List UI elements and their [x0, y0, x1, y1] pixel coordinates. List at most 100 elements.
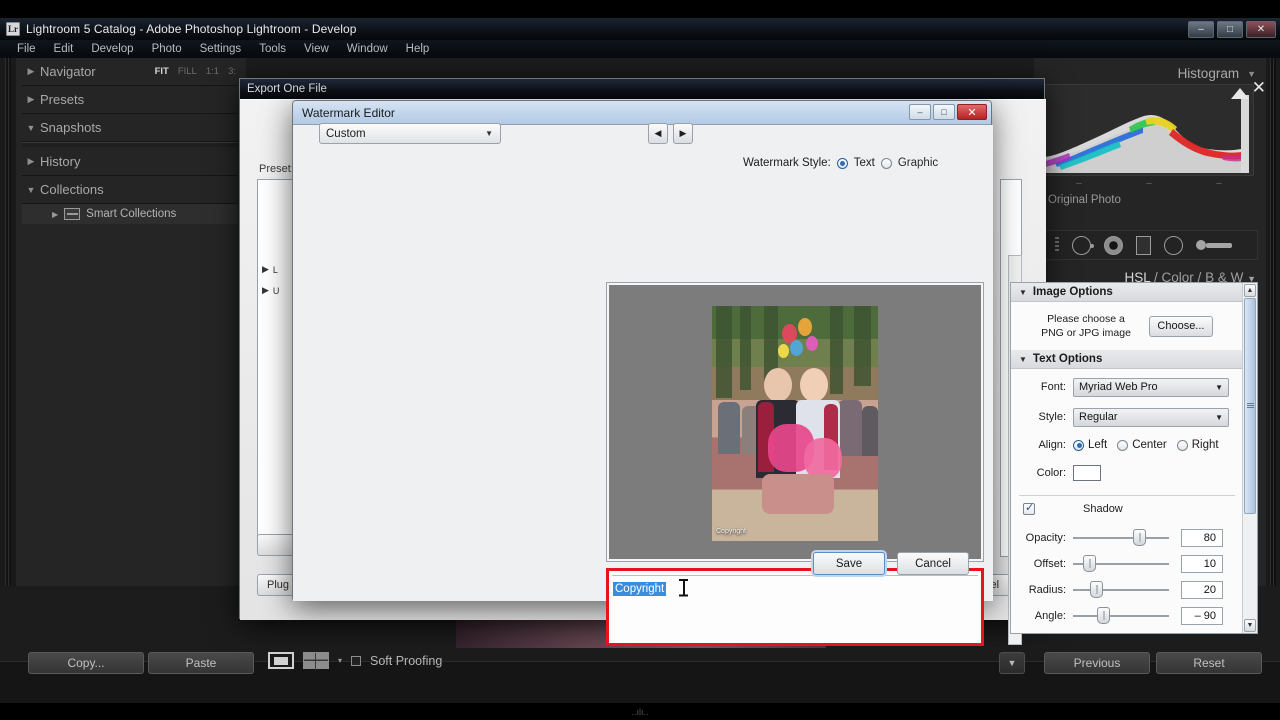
chevron-down-icon[interactable]: ▼: [1215, 383, 1223, 392]
triangle-down-icon[interactable]: ▼: [1019, 288, 1027, 297]
shadow-radius-value[interactable]: 20: [1181, 581, 1223, 599]
watermark-text-value[interactable]: Copyright: [613, 582, 667, 596]
shadow-angle-knob[interactable]: [1097, 607, 1110, 624]
save-button[interactable]: Save: [813, 552, 885, 575]
options-scrollbar-thumb[interactable]: [1244, 298, 1256, 514]
watermark-text-input[interactable]: Copyright: [606, 568, 984, 646]
align-right-label[interactable]: Right: [1192, 439, 1219, 451]
right-panel-rail[interactable]: [1266, 58, 1280, 586]
expander-icon[interactable]: ▶: [262, 285, 269, 296]
left-panel-rail[interactable]: [0, 58, 16, 586]
previous-watermark-button[interactable]: ◀: [648, 123, 668, 144]
navigator-mode-3[interactable]: 3:: [228, 66, 236, 77]
cancel-button[interactable]: Cancel: [897, 552, 969, 575]
clipping-indicator-icon[interactable]: [1231, 88, 1249, 99]
scroll-up-button[interactable]: ▲: [1244, 284, 1256, 297]
close-button[interactable]: ✕: [1246, 20, 1276, 38]
export-tree-item[interactable]: ▶ L: [262, 264, 278, 275]
shadow-radius-knob[interactable]: [1090, 581, 1104, 598]
loupe-view-icon[interactable]: [268, 652, 294, 669]
wm-restore-button[interactable]: □: [933, 104, 955, 120]
align-left-label[interactable]: Left: [1088, 439, 1107, 451]
font-select[interactable]: Myriad Web Pro ▼: [1073, 377, 1229, 397]
left-rail-grip-icon[interactable]: [5, 58, 11, 586]
watermark-style-graphic-radio[interactable]: [880, 157, 892, 169]
expander-icon[interactable]: ▶: [262, 264, 269, 275]
chevron-down-icon[interactable]: ▼: [1215, 413, 1223, 422]
spot-removal-icon[interactable]: [1072, 235, 1094, 255]
left-panel-snapshots[interactable]: ▼ Snapshots: [22, 114, 238, 142]
shadow-opacity-knob[interactable]: [1132, 529, 1146, 546]
align-center-radio[interactable]: [1117, 439, 1129, 451]
shadow-angle-value[interactable]: – 90: [1181, 607, 1223, 625]
triangle-right-icon[interactable]: ▶: [22, 94, 40, 105]
minimize-button[interactable]: –: [1188, 20, 1214, 38]
sidebar-item-smart-collections[interactable]: ▶ Smart Collections: [22, 204, 238, 224]
align-center-label[interactable]: Center: [1132, 439, 1167, 451]
reset-button[interactable]: Reset: [1156, 652, 1262, 674]
menu-item-photo[interactable]: Photo: [143, 43, 191, 55]
image-options-header[interactable]: ▼ Image Options: [1011, 283, 1257, 302]
triangle-down-icon[interactable]: ▼: [22, 185, 40, 195]
navigator-mode-fill[interactable]: FILL: [178, 66, 197, 77]
left-panel-navigator[interactable]: ▶ Navigator FIT FILL 1:1 3:: [22, 58, 238, 86]
menu-item-file[interactable]: File: [8, 43, 45, 55]
style-select[interactable]: Regular ▼: [1073, 407, 1229, 427]
chevron-down-icon[interactable]: ▼: [1247, 69, 1256, 79]
export-dialog-close-icon[interactable]: ✕: [1252, 78, 1266, 98]
left-panel-presets[interactable]: ▶ Presets: [22, 86, 238, 114]
wm-close-button[interactable]: ✕: [957, 104, 987, 120]
chevron-down-icon[interactable]: ▼: [485, 129, 493, 138]
next-watermark-button[interactable]: ▶: [673, 123, 693, 144]
watermark-style-text-label[interactable]: Text: [854, 157, 875, 169]
choose-image-button[interactable]: Choose...: [1148, 315, 1213, 337]
shadow-offset-knob[interactable]: [1082, 555, 1096, 572]
histogram-header[interactable]: Histogram ▼: [1178, 66, 1256, 81]
menu-item-help[interactable]: Help: [397, 43, 439, 55]
menu-item-window[interactable]: Window: [338, 43, 397, 55]
shadow-offset-value[interactable]: 10: [1181, 555, 1223, 573]
shadow-opacity-slider[interactable]: [1073, 529, 1169, 546]
toolbar-dropdown-button[interactable]: ▼: [999, 652, 1025, 674]
paste-button[interactable]: Paste: [148, 652, 254, 674]
shadow-angle-slider[interactable]: [1073, 607, 1169, 624]
watermark-style-text-radio[interactable]: [836, 157, 848, 169]
copy-button[interactable]: Copy...: [28, 652, 144, 674]
scroll-down-button[interactable]: ▼: [1244, 619, 1256, 632]
menu-item-develop[interactable]: Develop: [82, 43, 142, 55]
text-options-header[interactable]: ▼ Text Options: [1011, 350, 1243, 369]
watermark-style-graphic-label[interactable]: Graphic: [898, 157, 938, 169]
left-panel-collections[interactable]: ▼ Collections: [22, 176, 238, 204]
right-rail-grip-icon[interactable]: [1270, 58, 1276, 586]
triangle-down-icon[interactable]: ▼: [22, 123, 40, 133]
red-eye-correction-icon[interactable]: [1104, 235, 1123, 255]
color-swatch[interactable]: [1073, 465, 1101, 481]
triangle-right-icon[interactable]: ▶: [52, 210, 58, 219]
radial-filter-icon[interactable]: [1164, 235, 1183, 255]
watermark-preset-select[interactable]: Custom ▼: [319, 123, 501, 144]
wm-minimize-button[interactable]: –: [909, 104, 931, 120]
options-scrollbar[interactable]: ▲ ▼: [1242, 283, 1257, 633]
soft-proofing-checkbox[interactable]: [351, 655, 362, 666]
triangle-right-icon[interactable]: ▶: [22, 66, 40, 77]
adjustment-brush-icon[interactable]: [1196, 240, 1232, 250]
triangle-down-icon[interactable]: ▼: [1019, 355, 1027, 364]
navigator-mode-fit[interactable]: FIT: [155, 66, 169, 77]
compare-view-icon[interactable]: [303, 652, 329, 670]
shadow-offset-slider[interactable]: [1073, 555, 1169, 572]
align-right-radio[interactable]: [1176, 439, 1188, 451]
shadow-radius-slider[interactable]: [1073, 581, 1169, 598]
shadow-checkbox[interactable]: [1023, 501, 1035, 515]
menu-item-edit[interactable]: Edit: [45, 43, 83, 55]
previous-button[interactable]: Previous: [1044, 652, 1150, 674]
left-panel-history[interactable]: ▶ History: [22, 148, 238, 176]
menu-item-view[interactable]: View: [295, 43, 338, 55]
navigator-mode-11[interactable]: 1:1: [206, 66, 219, 77]
triangle-right-icon[interactable]: ▶: [22, 156, 40, 167]
menu-item-tools[interactable]: Tools: [250, 43, 295, 55]
graduated-filter-icon[interactable]: [1136, 235, 1151, 255]
align-left-radio[interactable]: [1073, 439, 1084, 451]
view-mode-caret-icon[interactable]: ▾: [338, 656, 342, 665]
maximize-button[interactable]: □: [1217, 20, 1243, 38]
export-tree-item[interactable]: ▶ U: [262, 285, 279, 296]
